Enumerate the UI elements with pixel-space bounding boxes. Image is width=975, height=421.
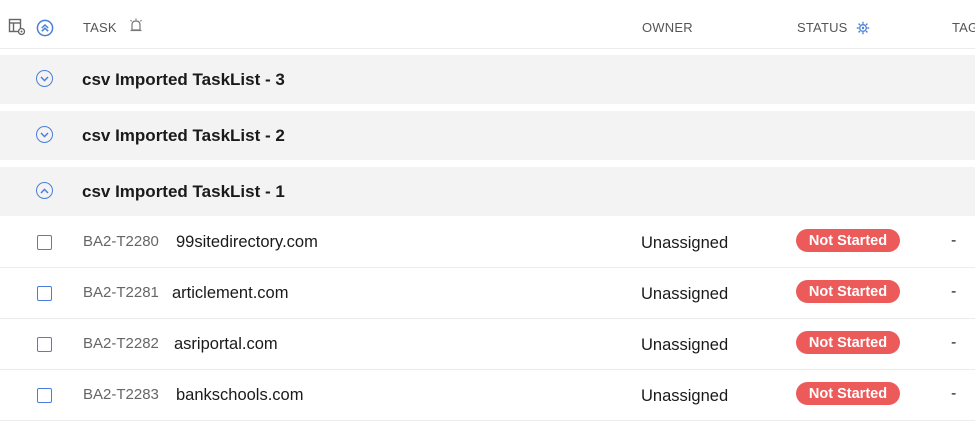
task-row[interactable]: BA2-T2282 asriportal.com Unassigned Not … [0, 320, 975, 370]
tasklist-group[interactable]: csv Imported TaskList - 1 [0, 167, 975, 216]
task-id: BA2-T2281 [83, 284, 159, 301]
chevron-up-icon[interactable] [36, 182, 53, 199]
task-id: BA2-T2282 [83, 335, 159, 352]
column-header-status[interactable]: STATUS [797, 20, 848, 35]
task-name[interactable]: bankschools.com [176, 386, 303, 405]
status-settings-gear-icon[interactable] [856, 21, 870, 35]
task-name[interactable]: asriportal.com [174, 335, 278, 354]
task-checkbox[interactable] [37, 235, 52, 250]
task-tags[interactable]: - [951, 385, 956, 403]
task-row[interactable]: BA2-T2283 bankschools.com Unassigned Not… [0, 371, 975, 421]
reminder-alarm-icon[interactable] [128, 18, 144, 34]
column-header-task[interactable]: TASK [83, 20, 117, 35]
task-owner[interactable]: Unassigned [641, 234, 728, 253]
table-header: TASK OWNER STATUS TAG [0, 0, 975, 49]
task-name[interactable]: articlement.com [172, 284, 288, 303]
task-owner[interactable]: Unassigned [641, 285, 728, 304]
task-owner[interactable]: Unassigned [641, 387, 728, 406]
tasklist-title[interactable]: csv Imported TaskList - 1 [82, 182, 285, 202]
chevron-down-icon[interactable] [36, 70, 53, 87]
task-checkbox[interactable] [37, 286, 52, 301]
tasklist-title[interactable]: csv Imported TaskList - 3 [82, 70, 285, 90]
task-tags[interactable]: - [951, 283, 956, 301]
task-tags[interactable]: - [951, 232, 956, 250]
tasklist-group[interactable]: csv Imported TaskList - 3 [0, 55, 975, 104]
task-tags[interactable]: - [951, 334, 956, 352]
task-name[interactable]: 99sitedirectory.com [176, 233, 318, 252]
tasklist-title[interactable]: csv Imported TaskList - 2 [82, 126, 285, 146]
column-settings-icon[interactable] [8, 18, 26, 36]
status-badge[interactable]: Not Started [796, 382, 900, 405]
tasklist-group[interactable]: csv Imported TaskList - 2 [0, 111, 975, 160]
column-header-tags[interactable]: TAG [952, 20, 975, 35]
task-id: BA2-T2283 [83, 386, 159, 403]
status-badge[interactable]: Not Started [796, 280, 900, 303]
task-row[interactable]: BA2-T2280 99sitedirectory.com Unassigned… [0, 218, 975, 268]
task-row[interactable]: BA2-T2281 articlement.com Unassigned Not… [0, 269, 975, 319]
status-badge[interactable]: Not Started [796, 331, 900, 354]
task-checkbox[interactable] [37, 337, 52, 352]
task-owner[interactable]: Unassigned [641, 336, 728, 355]
chevron-down-icon[interactable] [36, 126, 53, 143]
task-id: BA2-T2280 [83, 233, 159, 250]
task-checkbox[interactable] [37, 388, 52, 403]
status-badge[interactable]: Not Started [796, 229, 900, 252]
column-header-owner[interactable]: OWNER [642, 20, 693, 35]
collapse-all-icon[interactable] [36, 19, 54, 37]
